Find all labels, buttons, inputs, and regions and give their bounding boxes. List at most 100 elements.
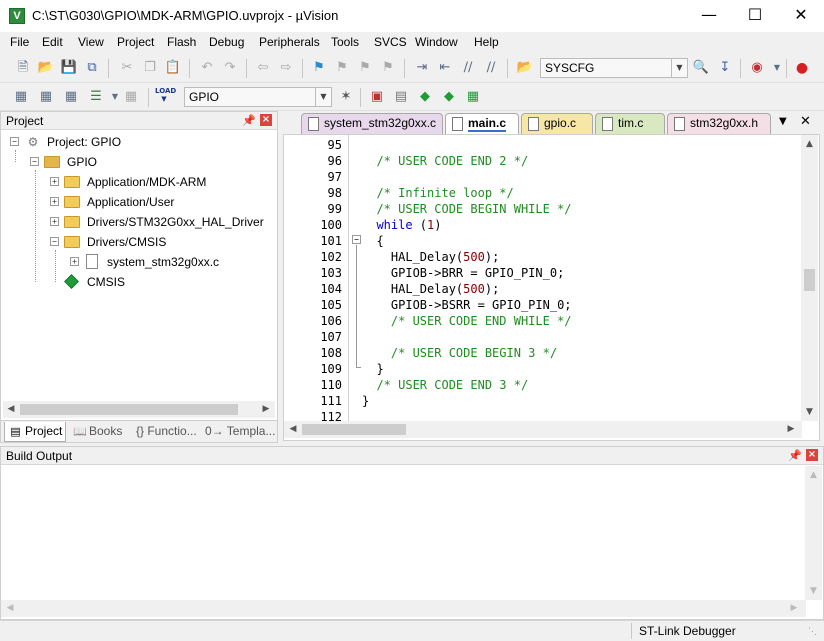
open-file-icon[interactable]: 📂 (37, 59, 55, 77)
close-pane-button[interactable]: × (260, 114, 272, 126)
chevron-down-icon[interactable]: ▼ (768, 59, 786, 77)
tab-stm32g0xx-h[interactable]: stm32g0xx.h (667, 113, 771, 134)
tab-main-c[interactable]: main.c (445, 113, 519, 134)
expand-icon[interactable]: + (50, 217, 59, 226)
collapse-icon[interactable]: − (50, 237, 59, 246)
find-in-files-icon[interactable]: 📂 (516, 59, 534, 77)
menu-peripherals[interactable]: Peripherals (259, 35, 320, 49)
expand-icon[interactable]: + (50, 197, 59, 206)
menu-help[interactable]: Help (474, 35, 499, 49)
tab-functions[interactable]: {} Functio... (131, 422, 199, 442)
load-download-icon[interactable]: LOAD ▼ (155, 87, 176, 105)
tree-item-cmsis[interactable]: CMSIS (49, 272, 269, 292)
clear-bookmarks-icon[interactable]: ⚑ (379, 59, 397, 77)
undo-icon[interactable]: ↶ (198, 59, 216, 77)
code-line-text[interactable]: /* USER CODE END 2 */ (362, 153, 792, 169)
comment-icon[interactable]: ∕∕ (459, 59, 477, 77)
batch-build-icon[interactable]: ☰ (87, 88, 105, 106)
scroll-up-icon[interactable]: ▲ (802, 137, 817, 151)
code-line-text[interactable] (362, 329, 792, 345)
uncomment-icon[interactable]: ∕∕ (482, 59, 500, 77)
menu-tools[interactable]: Tools (331, 35, 359, 49)
code-line-text[interactable]: GPIOB->BSRR = GPIO_PIN_0; (362, 297, 792, 313)
collapse-icon[interactable]: − (30, 157, 39, 166)
cut-icon[interactable]: ✂ (118, 59, 136, 77)
menu-svcs[interactable]: SVCS (374, 35, 407, 49)
paste-icon[interactable]: 📋 (164, 59, 182, 77)
menu-debug[interactable]: Debug (209, 35, 244, 49)
pin-icon[interactable]: 📌 (788, 449, 802, 462)
debug-session-icon[interactable]: ◉ (748, 59, 766, 77)
code-line-text[interactable]: { (362, 233, 792, 249)
close-window-button[interactable]: ✕ (778, 0, 824, 32)
chevron-down-icon[interactable]: ▼ (315, 88, 331, 106)
code-editor[interactable]: − 95 96 /* USER CODE END 2 */ 97 98 /* Infi… (283, 134, 820, 441)
close-pane-button[interactable]: × (806, 449, 818, 461)
copy-icon[interactable]: ❐ (141, 59, 159, 77)
tree-item-group[interactable]: + Drivers/STM32G0xx_HAL_Driver (49, 212, 269, 232)
build-vscrollbar[interactable]: ▲ ▼ (805, 466, 822, 600)
manage-components-icon[interactable]: ▤ (392, 88, 410, 106)
code-line-text[interactable]: while (1) (362, 217, 792, 233)
scroll-down-icon[interactable]: ▼ (802, 405, 817, 419)
scroll-left-icon[interactable]: ◀ (3, 601, 17, 615)
prev-bookmark-icon[interactable]: ⚑ (333, 59, 351, 77)
tab-project[interactable]: ▤ Project (4, 422, 66, 442)
tab-tim-c[interactable]: tim.c (595, 113, 665, 134)
scroll-right-icon[interactable]: ▶ (784, 422, 798, 436)
target-select-combo[interactable]: GPIO ▼ (184, 87, 332, 107)
manage-project-items-icon[interactable]: ▣ (368, 88, 386, 106)
code-line-text[interactable]: /* USER CODE END 3 */ (362, 377, 792, 393)
navigate-forward-icon[interactable]: ⇨ (277, 59, 295, 77)
indent-icon[interactable]: ⇥ (413, 59, 431, 77)
scroll-thumb[interactable] (804, 269, 815, 291)
scroll-right-icon[interactable]: ▶ (787, 601, 801, 615)
menu-project[interactable]: Project (117, 35, 154, 49)
project-hscrollbar[interactable]: ◀ ▶ (3, 401, 275, 418)
tab-gpio-c[interactable]: gpio.c (521, 113, 593, 134)
next-bookmark-icon[interactable]: ⚑ (356, 59, 374, 77)
tree-item-group[interactable]: + Application/User (49, 192, 269, 212)
bookmark-icon[interactable]: ⚑ (310, 59, 328, 77)
translate-icon[interactable]: ▦ (12, 88, 30, 106)
scroll-thumb[interactable] (302, 424, 406, 435)
code-line-text[interactable]: HAL_Delay(500); (362, 249, 792, 265)
code-line-text[interactable]: } (362, 393, 792, 409)
code-line-text[interactable] (362, 169, 792, 185)
tab-list-icon[interactable]: ▼ (779, 116, 787, 127)
scroll-down-icon[interactable]: ▼ (806, 584, 821, 598)
resize-grip-icon[interactable]: ⋱ (808, 626, 817, 637)
tree-item-group[interactable]: + Application/MDK-ARM (49, 172, 269, 192)
code-line-text[interactable]: /* USER CODE END WHILE */ (362, 313, 792, 329)
menu-view[interactable]: View (78, 35, 104, 49)
config-wizard-combo[interactable]: SYSCFG ▼ (540, 58, 688, 78)
tab-system-stm32g0xx-c[interactable]: system_stm32g0xx.c (301, 113, 443, 134)
fold-collapse-icon[interactable]: − (352, 235, 361, 244)
tree-item-file[interactable]: + system_stm32g0xx.c (69, 252, 269, 272)
incremental-find-icon[interactable]: ↧ (716, 59, 734, 77)
navigate-back-icon[interactable]: ⇦ (254, 59, 272, 77)
code-line-text[interactable]: } (362, 361, 792, 377)
editor-hscrollbar[interactable]: ◀ ▶ (284, 421, 802, 438)
tree-item-target[interactable]: − GPIO (29, 152, 269, 172)
tab-templates[interactable]: 0→ Templa... (201, 422, 275, 442)
select-packs-icon[interactable]: ◆ (416, 88, 434, 106)
menu-file[interactable]: File (10, 35, 29, 49)
scroll-left-icon[interactable]: ◀ (286, 422, 300, 436)
save-all-icon[interactable]: ⧉ (83, 59, 101, 77)
scroll-thumb[interactable] (20, 404, 238, 415)
build-output-text[interactable] (3, 467, 803, 599)
menu-edit[interactable]: Edit (42, 35, 63, 49)
new-file-icon[interactable]: 🗎 (14, 59, 32, 77)
unindent-icon[interactable]: ⇤ (436, 59, 454, 77)
tree-item-project-root[interactable]: − ⚙ Project: GPIO (9, 132, 269, 152)
code-line-text[interactable] (362, 137, 792, 153)
rebuild-icon[interactable]: ▦ (62, 88, 80, 106)
code-line-text[interactable]: /* USER CODE BEGIN WHILE */ (362, 201, 792, 217)
build-icon[interactable]: ▦ (37, 88, 55, 106)
redo-icon[interactable]: ↷ (221, 59, 239, 77)
tab-books[interactable]: 📖 Books (69, 422, 129, 442)
maximize-button[interactable]: ☐ (732, 0, 778, 32)
editor-vscrollbar[interactable]: ▲ ▼ (801, 135, 818, 421)
chevron-down-icon[interactable]: ▼ (671, 59, 687, 77)
